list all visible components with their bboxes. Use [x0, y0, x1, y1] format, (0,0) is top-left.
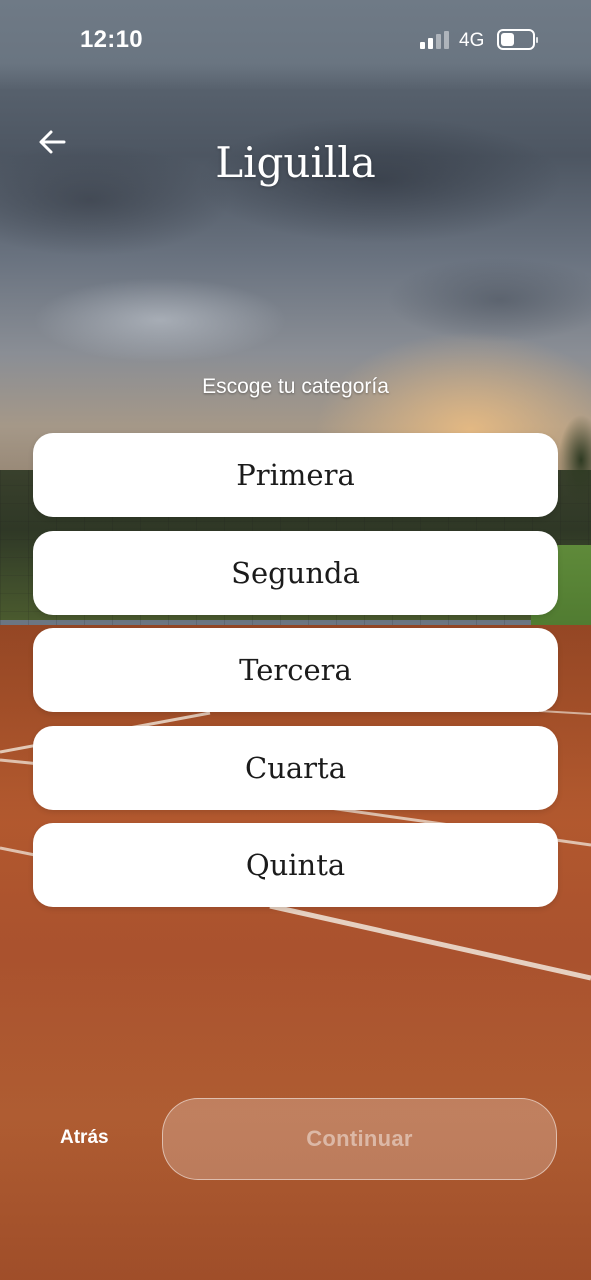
category-option-segunda[interactable]: Segunda	[33, 530, 558, 615]
continue-button[interactable]: Continuar	[162, 1098, 557, 1180]
screen: 12:10 4G Liguilla Escoge tu categoría Pr…	[0, 0, 591, 1280]
network-type: 4G	[459, 30, 485, 51]
category-option-quinta[interactable]: Quinta	[33, 823, 558, 907]
battery-icon	[497, 29, 538, 50]
back-button[interactable]: Atrás	[60, 1127, 109, 1149]
category-list: Primera Segunda Tercera Cuarta Quinta	[33, 433, 558, 921]
status-time: 12:10	[80, 26, 143, 53]
cellular-signal-icon	[420, 31, 449, 49]
page-title: Liguilla	[215, 138, 376, 187]
category-option-cuarta[interactable]: Cuarta	[33, 725, 558, 810]
category-option-tercera[interactable]: Tercera	[33, 628, 558, 712]
category-option-primera[interactable]: Primera	[33, 433, 558, 517]
category-prompt: Escoge tu categoría	[202, 375, 389, 398]
